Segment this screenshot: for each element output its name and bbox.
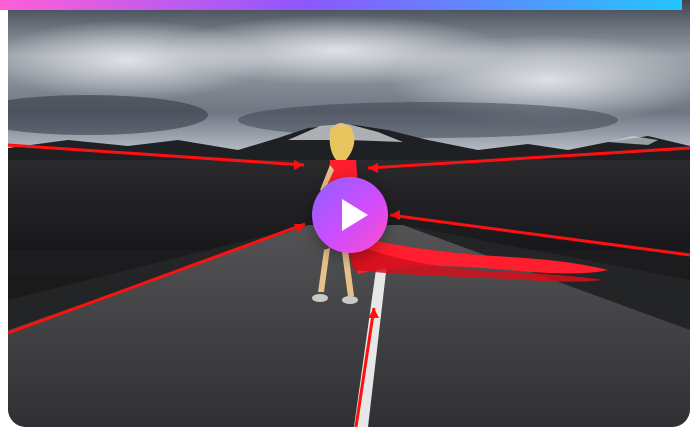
play-button[interactable] (312, 177, 388, 253)
play-icon (342, 199, 368, 231)
video-frame[interactable] (8, 0, 690, 427)
top-gradient-bar (0, 0, 682, 10)
